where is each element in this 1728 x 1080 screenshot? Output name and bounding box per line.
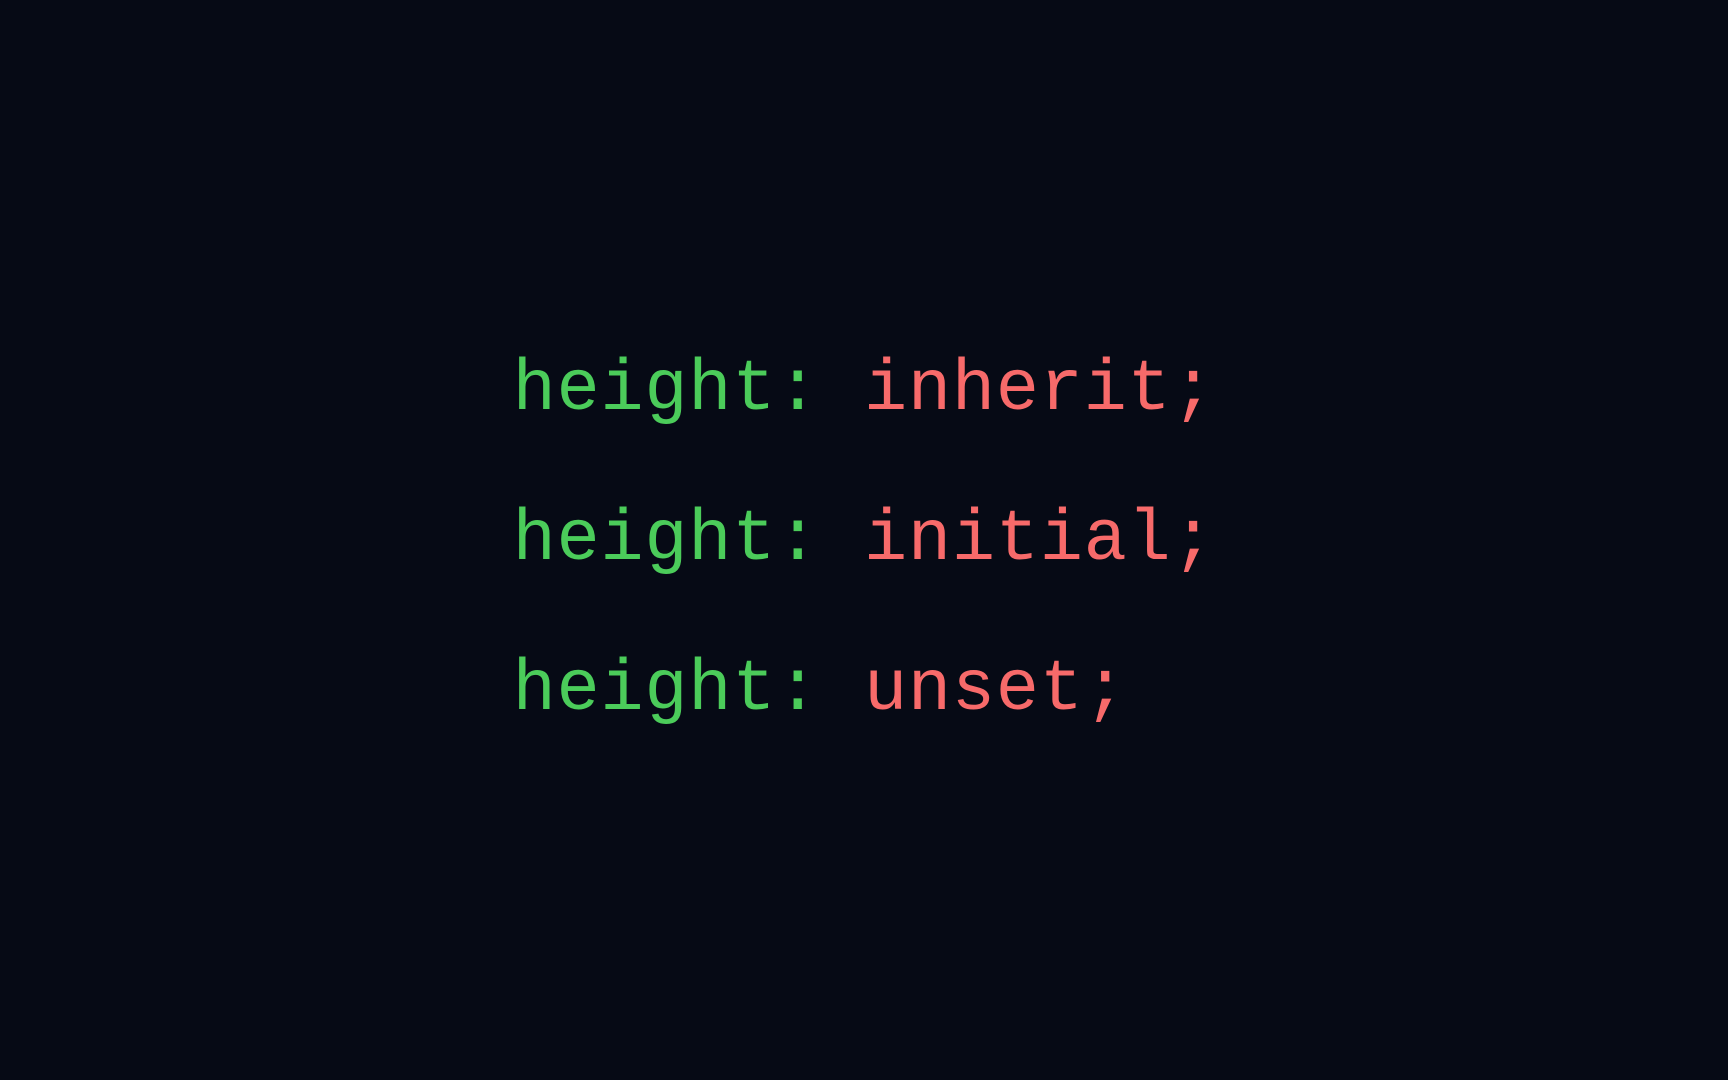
css-property: height: <box>513 649 864 731</box>
css-value: unset; <box>864 649 1128 731</box>
css-code-block: height: inherit; height: initial; height… <box>513 349 1216 731</box>
css-property: height: <box>513 349 864 431</box>
css-value: inherit; <box>864 349 1215 431</box>
css-value: initial; <box>864 499 1215 581</box>
css-declaration-line: height: unset; <box>513 649 1216 731</box>
css-declaration-line: height: initial; <box>513 499 1216 581</box>
css-declaration-line: height: inherit; <box>513 349 1216 431</box>
css-property: height: <box>513 499 864 581</box>
